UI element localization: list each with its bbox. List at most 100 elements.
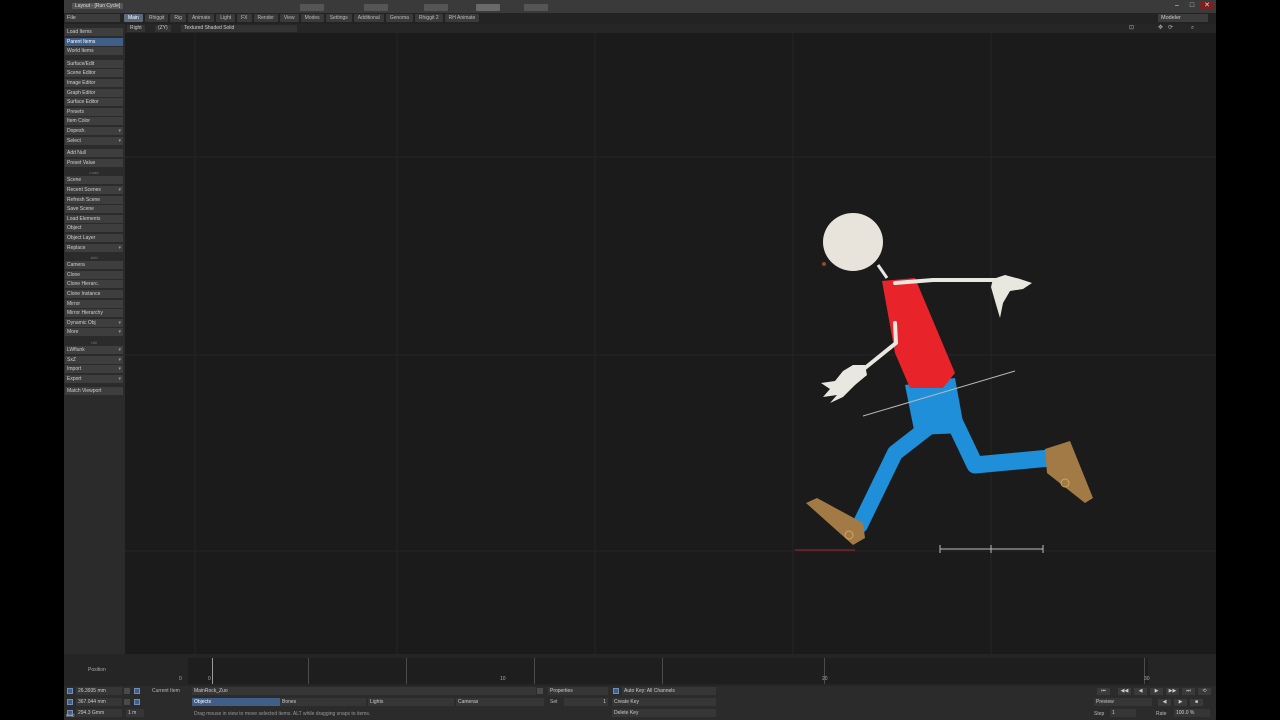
sidebar-item-preset-value[interactable]: Preset Value <box>65 158 123 167</box>
modeler-button[interactable]: Modeler <box>1158 14 1208 22</box>
x-position-field[interactable]: 26.3935 mm <box>76 687 122 695</box>
previous-key-button[interactable]: ◀◀ <box>1118 688 1131 695</box>
play-button[interactable]: ▶ <box>1150 688 1163 695</box>
sidebar-item-recent-scenes[interactable]: Recent Scenes ▾ <box>65 186 123 194</box>
sidebar-item-dopesh[interactable]: Dopesh. ▾ <box>65 127 123 135</box>
sidebar-item-item-color[interactable]: Item Color <box>65 117 123 126</box>
next-key-button[interactable]: ▶▶ <box>1166 688 1179 695</box>
file-menu-dropdown[interactable]: File <box>65 14 120 22</box>
sidebar-item-presets[interactable]: Presets <box>65 107 123 116</box>
sidebar-item-more[interactable]: More ▾ <box>65 328 123 337</box>
sidebar-item-scene-editor[interactable]: Scene Editor <box>65 69 123 78</box>
close-button[interactable]: ✕ <box>1200 1 1214 10</box>
sidebar-item-export[interactable]: Export ▾ <box>65 374 123 383</box>
sidebar-item-dynamic-obj[interactable]: Dynamic Obj ▾ <box>65 318 123 327</box>
rate-field[interactable]: 100.0 % <box>1174 709 1210 717</box>
maximize-button[interactable]: □ <box>1185 1 1199 10</box>
bones-mode-button[interactable]: Bones <box>280 698 366 706</box>
sidebar-item-sxz[interactable]: SxZ ▾ <box>65 355 123 364</box>
z-position-field[interactable]: 294.3 Gmm <box>76 709 122 717</box>
sidebar-item-add-null[interactable]: Add Null <box>65 149 123 158</box>
view-mode-dropdown[interactable]: Right <box>127 25 145 32</box>
sidebar-item-surface-editor[interactable]: Surface Editor <box>65 98 123 107</box>
tab-additional[interactable]: Additional <box>353 14 384 22</box>
delete-key-button[interactable]: Delete Key <box>612 709 716 717</box>
x-lock-toggle[interactable] <box>134 688 140 694</box>
sidebar-item-lwflunk[interactable]: LWflunk ▾ <box>65 346 123 354</box>
minimize-button[interactable]: – <box>1170 1 1184 10</box>
sidebar-item-load-items[interactable]: Load Items <box>65 28 123 36</box>
step-field[interactable]: 1 <box>1110 709 1136 717</box>
grid-mode-dropdown[interactable]: (ZY) <box>155 25 171 32</box>
zoom-view-icon[interactable]: ⌕ <box>1189 25 1196 32</box>
sidebar-item-object-layer[interactable]: Object Layer <box>65 234 123 242</box>
rotate-view-icon[interactable]: ⟳ <box>1167 25 1174 32</box>
sidebar-item-parent-items[interactable]: Parent Items <box>65 37 123 46</box>
sidebar-item-image-editor[interactable]: Image Editor <box>65 79 123 87</box>
tab-view[interactable]: View <box>279 14 299 22</box>
objects-mode-button[interactable]: Objects <box>194 698 211 706</box>
tab-fx[interactable]: FX <box>237 14 252 22</box>
set-frame-field[interactable]: 1 <box>564 698 608 706</box>
last-frame-button[interactable]: ⏭ <box>1182 688 1195 695</box>
y-reset-icon[interactable] <box>124 699 130 705</box>
x-reset-icon[interactable] <box>124 688 130 694</box>
sidebar-item-mirror[interactable]: Mirror <box>65 299 123 308</box>
sidebar-item-clone-instance[interactable]: Clone Instance <box>65 290 123 298</box>
shading-mode-dropdown[interactable]: Textured Shaded Solid <box>181 25 297 32</box>
y-axis-toggle[interactable] <box>67 699 73 705</box>
first-frame-button[interactable]: ⏮ <box>1097 688 1110 695</box>
grid-size-field[interactable]: 1 m <box>126 709 144 717</box>
sidebar-item-object[interactable]: Object <box>65 224 123 233</box>
properties-button[interactable]: Properties <box>548 687 608 695</box>
tab-light[interactable]: Light <box>216 14 236 22</box>
step-back-button[interactable]: ◀ <box>1158 699 1171 706</box>
tab-main[interactable]: Main <box>124 14 143 22</box>
lights-mode-button[interactable]: Lights <box>368 698 454 706</box>
timeline-track[interactable] <box>188 658 1148 684</box>
tab-animate[interactable]: Animate <box>187 14 215 22</box>
tab-genoma[interactable]: Genoma <box>385 14 413 22</box>
sidebar-item-import[interactable]: Import ▾ <box>65 365 123 374</box>
sidebar-item-replace[interactable]: Replace ▾ <box>65 243 123 252</box>
tab-rh-animate[interactable]: RH Animate <box>444 14 480 22</box>
sidebar-item-world-items[interactable]: World Items <box>65 47 123 56</box>
sidebar-item-mirror-hierarchy[interactable]: Mirror Hierarchy <box>65 309 123 318</box>
sidebar-item-load-elements[interactable]: Load Elements <box>65 214 123 223</box>
sidebar-item-scene[interactable]: Scene <box>65 176 123 185</box>
stop-button[interactable]: ■ <box>1190 699 1203 706</box>
previous-frame-button[interactable]: ◀ <box>1134 688 1147 695</box>
auto-key-dropdown[interactable]: Auto Key: All Channels <box>622 687 716 695</box>
auto-key-checkbox[interactable] <box>613 688 619 694</box>
timeline-tick <box>534 658 535 684</box>
y-lock-toggle[interactable] <box>134 699 140 705</box>
item-menu-icon[interactable] <box>537 688 543 694</box>
step-forward-button[interactable]: ▶ <box>1174 699 1187 706</box>
sidebar-item-graph-editor[interactable]: Graph Editor <box>65 88 123 97</box>
3d-viewport[interactable] <box>125 33 1216 654</box>
loop-button[interactable]: ⟲ <box>1198 688 1211 695</box>
preview-dropdown[interactable]: Preview <box>1094 698 1152 706</box>
expand-viewport-icon[interactable]: ⊡ <box>1128 25 1135 32</box>
tab-rig[interactable]: Rig <box>170 14 186 22</box>
tab-settings[interactable]: Settings <box>325 14 352 22</box>
sidebar-item-match-viewport[interactable]: Match Viewport <box>65 387 123 396</box>
x-axis-toggle[interactable] <box>67 688 73 694</box>
tab-modes[interactable]: Modes <box>300 14 324 22</box>
sidebar-item-clone-hierarc[interactable]: Clone Hierarc. <box>65 280 123 289</box>
create-key-button[interactable]: Create Key <box>612 698 716 706</box>
sidebar-item-refresh-scene[interactable]: Refresh Scene <box>65 195 123 204</box>
sidebar-item-camera[interactable]: Camera <box>65 261 123 270</box>
sidebar-item-clone[interactable]: Clone <box>65 270 123 279</box>
move-view-icon[interactable]: ✥ <box>1157 25 1164 32</box>
sidebar-item-select[interactable]: Select ▾ <box>65 136 123 145</box>
timeline-current-frame-marker[interactable] <box>212 658 213 684</box>
y-position-field[interactable]: 367.044 mm <box>76 698 122 706</box>
current-item-dropdown[interactable]: MainRock_Zuo <box>192 687 536 695</box>
cameras-mode-button[interactable]: Cameras <box>456 698 544 706</box>
tab-render[interactable]: Render <box>253 14 278 22</box>
sidebar-item-save-scene[interactable]: Save Scene <box>65 205 123 214</box>
tab-rhiggit[interactable]: Rhiggit <box>144 14 169 22</box>
tab-rhiggit-2[interactable]: Rhiggit 2 <box>414 14 443 22</box>
sidebar-item-surface-edit[interactable]: Surface/Edit <box>65 59 123 68</box>
